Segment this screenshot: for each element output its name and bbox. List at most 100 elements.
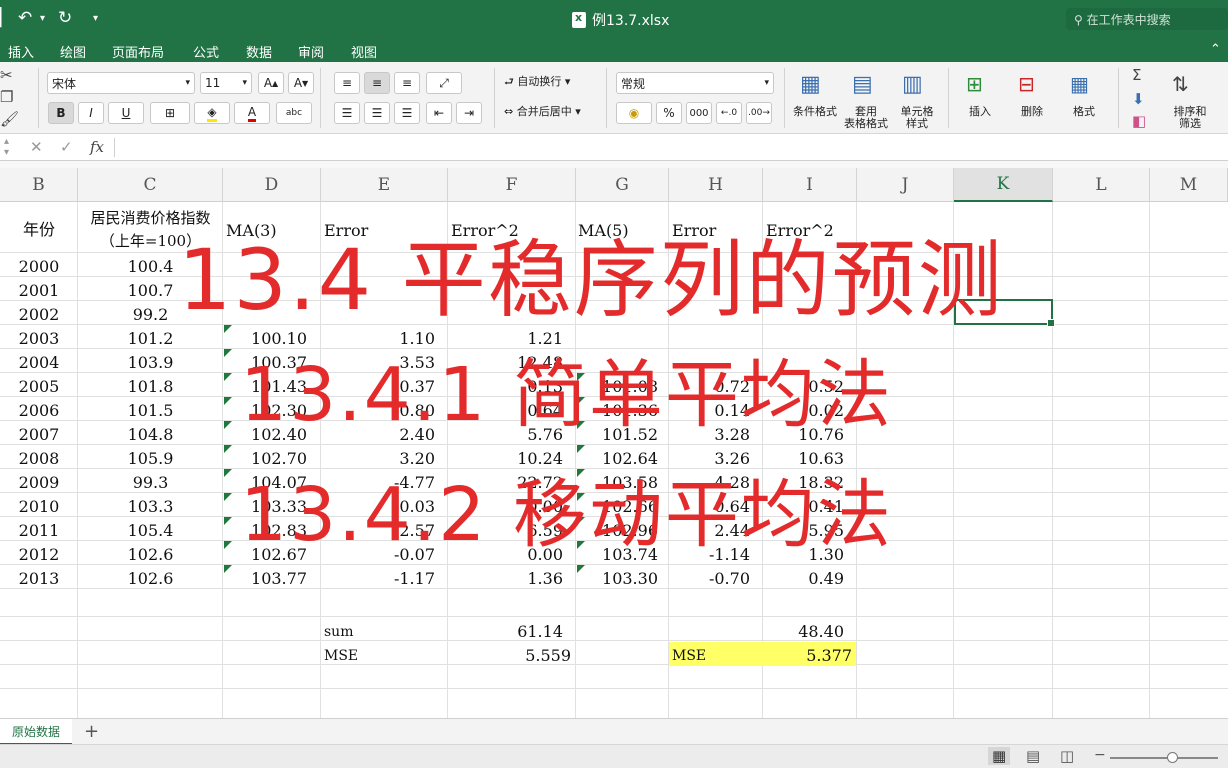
cell-cpi[interactable]: 102.6 bbox=[78, 545, 223, 565]
cell-error5-squared[interactable]: 0.49 bbox=[763, 569, 844, 589]
conditional-format-icon[interactable]: ▦ bbox=[800, 72, 821, 97]
align-center-button[interactable]: ☰ bbox=[364, 102, 390, 124]
name-box-stepper[interactable]: ▴ ▾ bbox=[4, 136, 9, 158]
phonetic-button[interactable]: abc bbox=[276, 102, 312, 124]
redo-icon[interactable]: ↻ bbox=[58, 8, 72, 28]
zoom-slider[interactable] bbox=[1110, 757, 1218, 759]
cell-year[interactable]: 2013 bbox=[0, 569, 78, 589]
increase-decimal-button[interactable]: ←.0 bbox=[716, 102, 742, 124]
mse-ma3[interactable]: 5.559 bbox=[448, 646, 571, 666]
error-indicator-icon[interactable] bbox=[224, 565, 232, 573]
column-header-g[interactable]: G bbox=[576, 168, 669, 202]
mse-label-ma3[interactable]: MSE bbox=[324, 646, 358, 666]
increase-indent-button[interactable]: ⇥ bbox=[456, 102, 482, 124]
column-header-l[interactable]: L bbox=[1053, 168, 1150, 202]
sort-filter-icon[interactable]: ⇅ bbox=[1172, 72, 1189, 96]
header-year[interactable]: 年份 bbox=[0, 220, 78, 240]
decrease-decimal-button[interactable]: .00→ bbox=[746, 102, 772, 124]
page-layout-view-icon[interactable]: ▤ bbox=[1026, 747, 1040, 765]
cell-style-icon[interactable]: ▥ bbox=[902, 72, 923, 97]
cell-cpi[interactable]: 103.9 bbox=[78, 353, 223, 373]
clear-icon[interactable]: ◧ bbox=[1132, 112, 1146, 130]
error-indicator-icon[interactable] bbox=[224, 397, 232, 405]
error-indicator-icon[interactable] bbox=[224, 469, 232, 477]
decrease-font-button[interactable]: A ▼ bbox=[288, 72, 314, 94]
error-indicator-icon[interactable] bbox=[577, 565, 585, 573]
cell-cpi[interactable]: 101.2 bbox=[78, 329, 223, 349]
number-format-select[interactable]: 常规 ▾ bbox=[616, 72, 774, 94]
cell-cpi[interactable]: 101.5 bbox=[78, 401, 223, 421]
tab-page-layout[interactable]: 页面布局 bbox=[112, 42, 164, 61]
format-cells-icon[interactable]: ▦ bbox=[1070, 72, 1089, 96]
delete-cells-button[interactable]: 删除 bbox=[1014, 106, 1050, 118]
normal-view-icon[interactable]: ▦ bbox=[988, 747, 1011, 765]
fill-color-button[interactable]: ◈ bbox=[194, 102, 230, 124]
cell-year[interactable]: 2001 bbox=[0, 281, 78, 301]
align-middle-button[interactable]: ≡ bbox=[364, 72, 390, 94]
align-top-button[interactable]: ≡ bbox=[334, 72, 360, 94]
cell-year[interactable]: 2005 bbox=[0, 377, 78, 397]
cell-ma3[interactable]: 103.77 bbox=[223, 569, 307, 589]
cell-cpi[interactable]: 104.8 bbox=[78, 425, 223, 445]
cell-ma3[interactable]: 102.70 bbox=[223, 449, 307, 469]
underline-button[interactable]: U bbox=[108, 102, 144, 124]
cell-year[interactable]: 2007 bbox=[0, 425, 78, 445]
undo-dropdown-icon[interactable]: ▾ bbox=[40, 13, 45, 24]
column-header-d[interactable]: D bbox=[223, 168, 321, 202]
align-left-button[interactable]: ☰ bbox=[334, 102, 360, 124]
error-indicator-icon[interactable] bbox=[224, 517, 232, 525]
cell-error5-squared[interactable]: 10.63 bbox=[763, 449, 844, 469]
font-name-select[interactable]: 宋体 ▾ bbox=[47, 72, 195, 94]
mse-ma5[interactable]: 5.377 bbox=[763, 646, 852, 666]
sort-filter-button[interactable]: 排序和 筛选 bbox=[1168, 106, 1212, 130]
add-sheet-button[interactable]: + bbox=[84, 721, 99, 742]
zoom-slider-handle[interactable] bbox=[1167, 752, 1178, 763]
cell-cpi[interactable]: 102.6 bbox=[78, 569, 223, 589]
percent-button[interactable]: % bbox=[656, 102, 682, 124]
cell-ma3[interactable]: 100.10 bbox=[223, 329, 307, 349]
column-header-k[interactable]: K bbox=[954, 168, 1053, 202]
column-header-f[interactable]: F bbox=[448, 168, 576, 202]
align-right-button[interactable]: ☰ bbox=[394, 102, 420, 124]
cell-error3-squared[interactable]: 10.24 bbox=[448, 449, 563, 469]
column-header-j[interactable]: J bbox=[857, 168, 954, 202]
page-break-view-icon[interactable]: ◫ bbox=[1060, 747, 1074, 765]
wrap-text-button[interactable]: ⮐ 自动换行 ▾ bbox=[504, 76, 570, 88]
cell-cpi[interactable]: 105.9 bbox=[78, 449, 223, 469]
tab-data[interactable]: 数据 bbox=[246, 42, 272, 61]
sheet-tab-raw-data[interactable]: 原始数据 bbox=[0, 719, 72, 745]
sum-label[interactable]: sum bbox=[324, 622, 353, 642]
error-indicator-icon[interactable] bbox=[224, 493, 232, 501]
comma-style-button[interactable]: 000 bbox=[686, 102, 712, 124]
format-cells-button[interactable]: 格式 bbox=[1066, 106, 1102, 118]
error-indicator-icon[interactable] bbox=[224, 445, 232, 453]
cell-error3[interactable]: 3.20 bbox=[321, 449, 435, 469]
sum-ma5[interactable]: 48.40 bbox=[763, 622, 844, 642]
conditional-format-button[interactable]: 条件格式 bbox=[793, 106, 837, 118]
cell-cpi[interactable]: 105.4 bbox=[78, 521, 223, 541]
ribbon-collapse-icon[interactable]: ⌃ bbox=[1210, 42, 1221, 57]
cell-error5[interactable]: 3.26 bbox=[669, 449, 750, 469]
column-header-b[interactable]: B bbox=[0, 168, 78, 202]
function-icon[interactable]: fx bbox=[90, 138, 104, 156]
customize-toolbar-icon[interactable]: ▾ bbox=[93, 13, 98, 24]
sheet-search-input[interactable]: ⚲ 在工作表中搜索 bbox=[1066, 8, 1228, 30]
cell-error3[interactable]: 1.10 bbox=[321, 329, 435, 349]
cell-year[interactable]: 2010 bbox=[0, 497, 78, 517]
autosum-icon[interactable]: Σ bbox=[1132, 66, 1141, 84]
tab-view[interactable]: 视图 bbox=[351, 42, 377, 61]
cell-error3-squared[interactable]: 1.36 bbox=[448, 569, 563, 589]
cell-error3-squared[interactable]: 1.21 bbox=[448, 329, 563, 349]
sum-ma3[interactable]: 61.14 bbox=[448, 622, 563, 642]
cell-error3[interactable]: -1.17 bbox=[321, 569, 435, 589]
cell-ma5[interactable]: 102.64 bbox=[576, 449, 658, 469]
delete-cells-icon[interactable]: ⊟ bbox=[1018, 72, 1035, 96]
error-indicator-icon[interactable] bbox=[224, 421, 232, 429]
cell-cpi[interactable]: 103.3 bbox=[78, 497, 223, 517]
cell-cpi[interactable]: 101.8 bbox=[78, 377, 223, 397]
merge-center-button[interactable]: ⇔ 合并后居中 ▾ bbox=[504, 106, 581, 118]
orientation-button[interactable]: ⤢ bbox=[426, 72, 462, 94]
column-header-h[interactable]: H bbox=[669, 168, 763, 202]
column-header-c[interactable]: C bbox=[78, 168, 223, 202]
decrease-indent-button[interactable]: ⇤ bbox=[426, 102, 452, 124]
